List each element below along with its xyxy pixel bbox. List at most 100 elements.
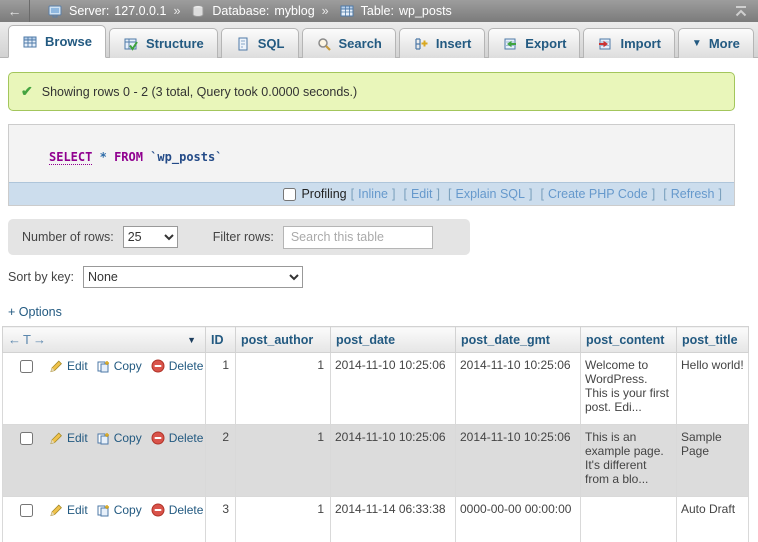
cell-id[interactable]: 1 — [206, 353, 236, 425]
sort-by-key-row: Sort by key: None — [8, 266, 758, 288]
cell-post-date[interactable]: 2014-11-10 10:25:06 — [331, 353, 456, 425]
cell-post-title[interactable]: Auto Draft — [677, 497, 749, 542]
edit-pencil-icon — [49, 431, 63, 445]
cell-post-content[interactable]: Welcome to WordPress. This is your first… — [581, 353, 677, 425]
copy-label: Copy — [114, 431, 142, 445]
bracket: ] — [719, 187, 722, 201]
options-toggle[interactable]: + Options — [8, 305, 62, 319]
database-icon — [191, 4, 205, 18]
cell-post-date[interactable]: 2014-11-14 06:33:38 — [331, 497, 456, 542]
breadcrumb-database-link[interactable]: myblog — [274, 4, 314, 18]
cell-post-title[interactable]: Hello world! — [677, 353, 749, 425]
tab-label: Search — [339, 36, 382, 51]
chevron-down-icon: ▼ — [692, 38, 702, 49]
number-of-rows-label: Number of rows: — [22, 230, 114, 244]
cell-post-date[interactable]: 2014-11-10 10:25:06 — [331, 425, 456, 497]
back-arrow-icon: ← — [8, 3, 22, 19]
tab-more[interactable]: ▼ More — [678, 28, 754, 58]
header-post-content[interactable]: post_content — [581, 327, 677, 353]
refresh-link[interactable]: Refresh — [671, 187, 715, 201]
profiling-label: Profiling — [301, 187, 346, 201]
cell-id[interactable]: 3 — [206, 497, 236, 542]
delete-label: Delete — [169, 503, 204, 517]
number-of-rows-select[interactable]: 25 — [123, 226, 178, 248]
sort-by-key-label: Sort by key: — [8, 270, 74, 284]
tab-label: Structure — [146, 36, 204, 51]
cell-post-author[interactable]: 1 — [236, 353, 331, 425]
copy-label: Copy — [114, 359, 142, 373]
cell-post-author[interactable]: 1 — [236, 425, 331, 497]
explain-sql-link[interactable]: Explain SQL — [455, 187, 524, 201]
collapse-navigation-button[interactable] — [724, 4, 758, 18]
copy-action[interactable]: Copy — [97, 503, 142, 517]
sql-keyword-select: SELECT — [49, 150, 92, 165]
header-post-title[interactable]: post_title — [677, 327, 749, 353]
profiling-checkbox[interactable] — [283, 188, 296, 201]
cell-post-date-gmt[interactable]: 0000-00-00 00:00:00 — [456, 497, 581, 542]
tab-sql[interactable]: SQL — [221, 28, 299, 58]
header-post-author[interactable]: post_author — [236, 327, 331, 353]
breadcrumb-server-link[interactable]: 127.0.0.1 — [114, 4, 166, 18]
query-tools-bar: Profiling [ Inline ] [ Edit ] [ Explain … — [9, 182, 734, 205]
sql-icon — [235, 36, 251, 52]
cell-post-date-gmt[interactable]: 2014-11-10 10:25:06 — [456, 425, 581, 497]
header-actions: ←T→ ▼ — [3, 327, 206, 353]
row-select-checkbox[interactable] — [20, 360, 33, 373]
table-row: Edit Copy Delete 3 1 2014-11-14 06:33:38… — [3, 497, 749, 542]
cell-post-content[interactable]: This is an example page. It's different … — [581, 425, 677, 497]
copy-action[interactable]: Copy — [97, 359, 142, 373]
rows-filter-bar: Number of rows: 25 Filter rows: — [8, 219, 470, 255]
phpmyadmin-page: ← Server: 127.0.0.1 » Database: myblog »… — [0, 0, 758, 542]
edit-query-link[interactable]: Edit — [411, 187, 433, 201]
table-header-row: ←T→ ▼ ID post_author post_date post_date… — [3, 327, 749, 353]
header-post-date[interactable]: post_date — [331, 327, 456, 353]
structure-icon — [123, 36, 139, 52]
tab-search[interactable]: Search — [302, 28, 396, 58]
success-check-icon: ✔ — [21, 83, 33, 100]
transpose-icon[interactable]: ←T→ — [8, 332, 48, 347]
cell-id[interactable]: 2 — [206, 425, 236, 497]
cell-post-content[interactable] — [581, 497, 677, 542]
sql-code: SELECT * FROM `wp_posts` — [9, 125, 734, 182]
table-row: Edit Copy Delete 2 1 2014-11-10 10:25:06… — [3, 425, 749, 497]
cell-post-author[interactable]: 1 — [236, 497, 331, 542]
row-select-checkbox[interactable] — [20, 432, 33, 445]
tab-structure[interactable]: Structure — [109, 28, 218, 58]
sort-by-key-select[interactable]: None — [83, 266, 303, 288]
breadcrumb-table-link[interactable]: wp_posts — [399, 4, 452, 18]
delete-label: Delete — [169, 431, 204, 445]
copy-icon — [97, 360, 110, 373]
delete-action[interactable]: Delete — [151, 431, 204, 445]
copy-action[interactable]: Copy — [97, 431, 142, 445]
create-php-code-link[interactable]: Create PHP Code — [548, 187, 648, 201]
server-icon — [48, 4, 62, 18]
tab-insert[interactable]: Insert — [399, 28, 485, 58]
edit-action[interactable]: Edit — [49, 503, 88, 517]
bracket: [ — [540, 187, 543, 201]
header-id[interactable]: ID — [206, 327, 236, 353]
edit-action[interactable]: Edit — [49, 359, 88, 373]
delete-action[interactable]: Delete — [151, 359, 204, 373]
delete-label: Delete — [169, 359, 204, 373]
bracket: ] — [392, 187, 395, 201]
edit-action[interactable]: Edit — [49, 431, 88, 445]
cell-post-date-gmt[interactable]: 2014-11-10 10:25:06 — [456, 353, 581, 425]
table-icon — [340, 4, 354, 18]
breadcrumb-database-label: Database: — [212, 4, 269, 18]
tab-browse[interactable]: Browse — [8, 25, 106, 58]
edit-label: Edit — [67, 503, 88, 517]
header-post-date-gmt[interactable]: post_date_gmt — [456, 327, 581, 353]
status-message-text: Showing rows 0 - 2 (3 total, Query took … — [42, 85, 357, 99]
edit-label: Edit — [67, 359, 88, 373]
tab-export[interactable]: Export — [488, 28, 580, 58]
inline-link[interactable]: Inline — [358, 187, 388, 201]
tab-label: More — [709, 36, 740, 51]
tab-import[interactable]: Import — [583, 28, 674, 58]
cell-post-title[interactable]: Sample Page — [677, 425, 749, 497]
back-button[interactable]: ← — [0, 0, 30, 22]
sort-dropdown-icon[interactable]: ▼ — [187, 335, 196, 345]
row-select-checkbox[interactable] — [20, 504, 33, 517]
delete-action[interactable]: Delete — [151, 503, 204, 517]
filter-rows-input[interactable] — [283, 226, 433, 249]
tab-label: Browse — [45, 34, 92, 49]
